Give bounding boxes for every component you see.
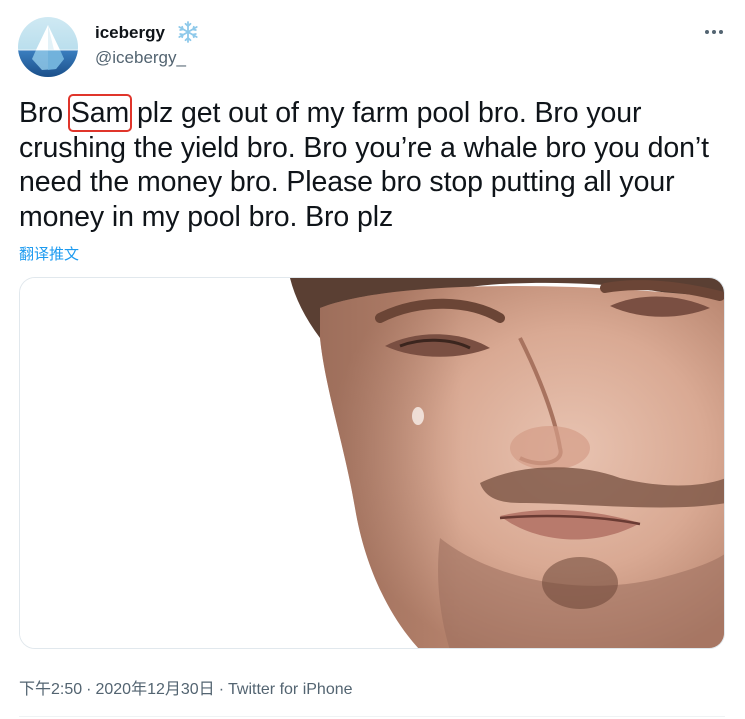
tweet-meta: 下午2:50 · 2020年12月30日 · Twitter for iPhone — [19, 675, 353, 699]
more-options-icon[interactable] — [700, 18, 728, 46]
separator: · — [86, 681, 92, 698]
tweet-date[interactable]: 2020年12月30日 — [95, 681, 214, 698]
tweet-media-photo[interactable] — [19, 277, 725, 649]
tweet-time[interactable]: 下午2:50 — [19, 681, 82, 698]
tweet: icebergy @icebergy_ Bro Sam plz get out … — [0, 0, 745, 719]
snowflake-icon — [176, 20, 200, 44]
divider — [19, 716, 725, 717]
highlighted-word: Sam — [67, 94, 133, 132]
avatar[interactable] — [18, 17, 78, 77]
author-handle[interactable]: @icebergy_ — [95, 48, 186, 68]
tweet-text: Bro Sam plz get out of my farm pool bro.… — [19, 94, 739, 234]
tweet-text-before: Bro — [19, 97, 71, 129]
separator: · — [218, 681, 225, 698]
author-display-name[interactable]: icebergy — [95, 23, 165, 43]
translate-tweet-link[interactable]: 翻译推文 — [19, 243, 79, 264]
tweet-source[interactable]: Twitter for iPhone — [228, 681, 353, 698]
